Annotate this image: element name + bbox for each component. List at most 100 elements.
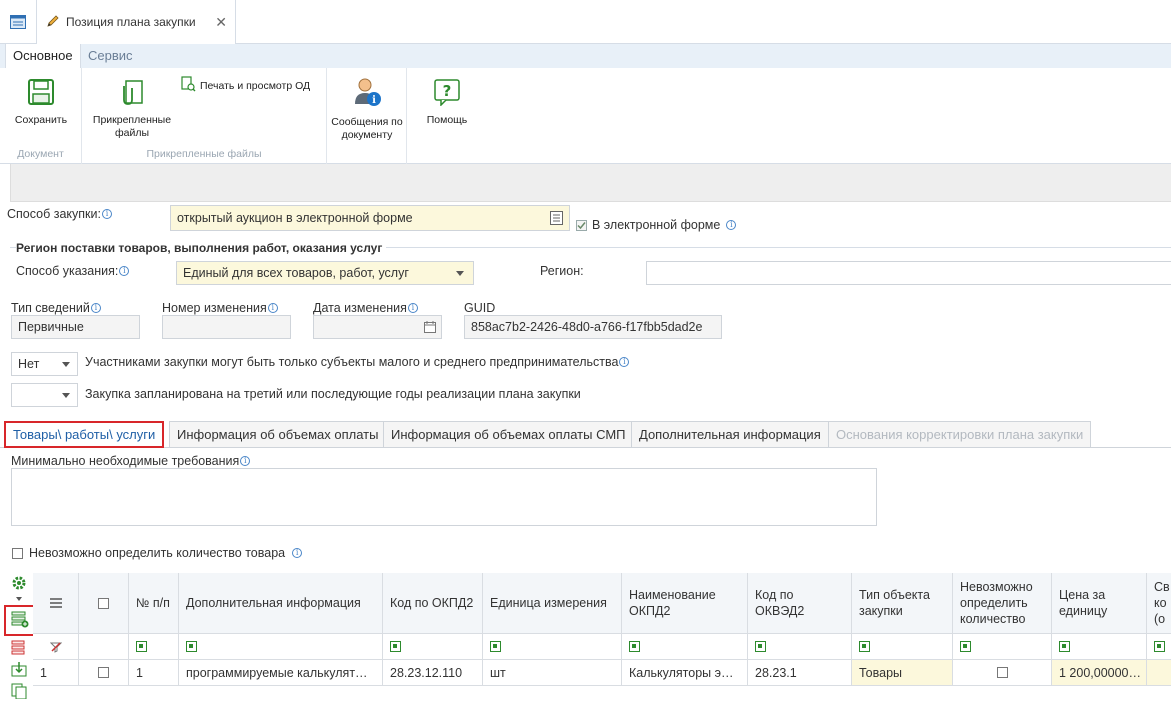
cannot-determine-checkbox[interactable] xyxy=(12,547,23,559)
cell-okved2[interactable]: 28.23.1 xyxy=(748,660,852,686)
ribbon-group-messages: i Сообщения по документу xyxy=(327,68,407,164)
col-okpd2[interactable]: Код по ОКПД2 xyxy=(383,573,483,634)
grid-left-toolbar xyxy=(0,573,35,701)
cell-cannot-determine[interactable] xyxy=(953,660,1052,686)
calendar-icon[interactable] xyxy=(424,321,436,336)
document-tab-title: Позиция плана закупки xyxy=(66,15,196,29)
col-object-type[interactable]: Тип объекта закупки xyxy=(852,573,953,634)
third-year-select[interactable] xyxy=(11,383,78,407)
info-icon: i xyxy=(726,220,737,230)
help-icon: ? xyxy=(412,78,482,110)
region-field[interactable] xyxy=(646,261,1171,285)
cell-extra[interactable] xyxy=(1147,660,1171,686)
document-messages-button[interactable]: i Сообщения по документу xyxy=(329,76,405,142)
row-checkbox[interactable] xyxy=(79,660,129,686)
delete-row-icon[interactable] xyxy=(11,639,27,658)
filter-unit[interactable] xyxy=(483,634,622,660)
filter-extra[interactable] xyxy=(1147,634,1171,660)
add-row-button[interactable] xyxy=(4,605,35,636)
tab-goods-works-services[interactable]: Товары\ работы\ услуги xyxy=(4,421,165,448)
ribbon-group-help: ? Помощь xyxy=(407,68,487,164)
grid-menu-icon[interactable] xyxy=(33,573,79,634)
col-unit[interactable]: Единица измерения xyxy=(483,573,622,634)
chevron-down-icon xyxy=(62,393,70,398)
change-date-field xyxy=(313,315,442,339)
print-preview-icon xyxy=(180,76,196,96)
list-picker-icon[interactable] xyxy=(550,211,563,228)
tab-main[interactable]: Основное xyxy=(5,44,81,68)
info-icon: i xyxy=(119,266,130,276)
attached-files-button[interactable]: Прикрепленные файлы xyxy=(86,78,178,140)
help-button[interactable]: ? Помощь xyxy=(412,78,482,127)
col-num[interactable]: № п/п xyxy=(129,573,179,634)
col-unit-price[interactable]: Цена за единицу xyxy=(1052,573,1147,634)
specify-method-label: Способ указания: i xyxy=(16,264,130,278)
specify-method-select[interactable]: Единый для всех товаров, работ, услуг xyxy=(176,261,474,285)
cell-additional-info[interactable]: программируемые калькулят… xyxy=(179,660,383,686)
cell-okpd2-name[interactable]: Калькуляторы э… xyxy=(622,660,748,686)
filter-okpd2[interactable] xyxy=(383,634,483,660)
document-tab[interactable]: Позиция плана закупки ✕ xyxy=(37,0,236,44)
cell-okpd2[interactable]: 28.23.12.110 xyxy=(383,660,483,686)
filter-okved2[interactable] xyxy=(748,634,852,660)
guid-label: GUID xyxy=(464,301,496,315)
chevron-down-icon xyxy=(456,271,464,276)
print-preview-button[interactable]: Печать и просмотр ОД xyxy=(180,76,325,96)
items-grid: № п/п Дополнительная информация Код по О… xyxy=(33,573,1171,701)
procurement-method-field[interactable]: открытый аукцион в электронной форме xyxy=(170,205,570,231)
ribbon-group-label-document: Документ xyxy=(17,148,64,160)
electronic-form-checkbox[interactable] xyxy=(576,219,587,231)
min-requirements-textarea[interactable] xyxy=(11,468,877,526)
filter-num[interactable] xyxy=(129,634,179,660)
smp-select[interactable]: Нет xyxy=(11,352,78,376)
tab-additional-info[interactable]: Дополнительная информация xyxy=(631,421,829,448)
tab-service[interactable]: Сервис xyxy=(81,44,140,68)
pencil-icon xyxy=(46,14,60,31)
tab-correction-grounds: Основания корректировки плана закупки xyxy=(828,421,1092,448)
cell-unit-price[interactable]: 1 200,00000… xyxy=(1052,660,1147,686)
filter-object-type[interactable] xyxy=(852,634,953,660)
app-menu-icon[interactable] xyxy=(0,0,37,44)
ribbon-group-label-attached: Прикрепленные файлы xyxy=(146,148,262,160)
add-row-icon xyxy=(11,610,29,631)
col-additional-info[interactable]: Дополнительная информация xyxy=(179,573,383,634)
min-requirements-label: Минимально необходимые требования i xyxy=(11,454,251,468)
grey-strip xyxy=(10,164,1171,202)
user-info-icon: i xyxy=(329,76,405,112)
info-icon: i xyxy=(407,303,418,313)
col-extra[interactable]: Св ко (о xyxy=(1147,573,1171,634)
electronic-form-checkbox-row[interactable]: В электронной форме i xyxy=(576,218,737,232)
col-cannot-determine[interactable]: Невозможно определить количество xyxy=(953,573,1052,634)
save-button[interactable]: Сохранить xyxy=(5,78,77,127)
col-okved2[interactable]: Код по ОКВЭД2 xyxy=(748,573,852,634)
filter-okpd2-name[interactable] xyxy=(622,634,748,660)
import-icon[interactable] xyxy=(11,661,27,680)
guid-field: 858ac7b2-2426-48d0-a766-f17fbb5dad2e xyxy=(464,315,722,339)
third-year-label: Закупка запланирована на третий или посл… xyxy=(85,387,581,401)
info-type-label: Тип сведений i xyxy=(11,301,101,315)
tab-payment-volumes[interactable]: Информация об объемах оплаты xyxy=(169,421,387,448)
select-all-checkbox[interactable] xyxy=(79,573,129,634)
svg-text:i: i xyxy=(372,95,376,106)
chevron-down-icon[interactable] xyxy=(16,597,22,601)
close-icon[interactable]: ✕ xyxy=(215,14,227,31)
cannot-determine-row[interactable]: Невозможно определить количество товара i xyxy=(12,546,303,560)
filter-additional-info[interactable] xyxy=(179,634,383,660)
cell-object-type[interactable]: Товары xyxy=(852,660,953,686)
clear-filter-icon[interactable] xyxy=(33,634,79,660)
filter-cannot-determine[interactable] xyxy=(953,634,1052,660)
cell-num[interactable]: 1 xyxy=(129,660,179,686)
col-okpd2-name[interactable]: Наименование ОКПД2 xyxy=(622,573,748,634)
info-icon: i xyxy=(267,303,278,313)
tab-payment-volumes-smp[interactable]: Информация об объемах оплаты СМП xyxy=(383,421,634,448)
gear-icon[interactable] xyxy=(11,575,27,594)
ribbon: Сохранить Документ Прикрепленные файлы П… xyxy=(0,68,1171,164)
attached-files-label: Прикрепленные файлы xyxy=(92,114,172,139)
region-label: Регион: xyxy=(540,264,584,278)
filter-unit-price[interactable] xyxy=(1052,634,1147,660)
table-row[interactable]: 1 xyxy=(33,660,79,686)
copy-icon[interactable] xyxy=(11,683,27,701)
change-number-label: Номер изменения i xyxy=(162,301,278,315)
info-icon: i xyxy=(101,209,112,219)
cell-unit[interactable]: шт xyxy=(483,660,622,686)
